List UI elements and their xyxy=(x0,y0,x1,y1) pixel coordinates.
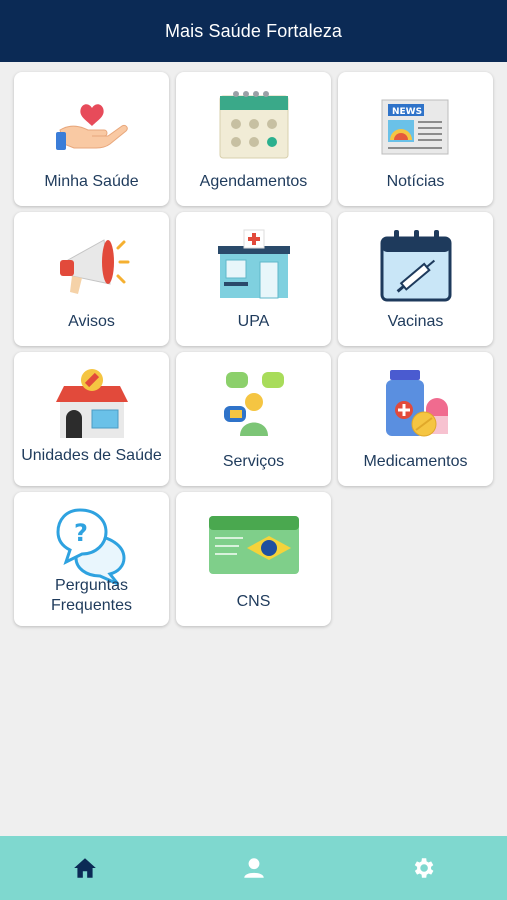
hand-heart-icon xyxy=(52,86,132,166)
bottom-navigation xyxy=(0,836,507,900)
nav-home-button[interactable] xyxy=(55,843,115,893)
menu-card-vacinas[interactable]: Vacinas xyxy=(338,212,493,346)
menu-card-unidades-de-saude[interactable]: Unidades de Saúde xyxy=(14,352,169,486)
sus-card-icon xyxy=(207,506,301,586)
medicine-icon xyxy=(376,366,456,446)
menu-card-minha-saude[interactable]: Minha Saúde xyxy=(14,72,169,206)
megaphone-icon xyxy=(52,226,132,306)
clinic-building-icon xyxy=(214,226,294,306)
page-title: Mais Saúde Fortaleza xyxy=(164,20,343,41)
menu-label: Avisos xyxy=(68,313,115,330)
home-icon xyxy=(73,858,96,878)
menu-label: UPA xyxy=(237,313,270,330)
menu-label-line-2: Frequentes xyxy=(51,597,132,614)
menu-card-servicos[interactable]: Serviços xyxy=(176,352,331,486)
menu-card-perguntas-frequentes[interactable]: ? Perguntas Frequentes xyxy=(14,492,169,626)
menu-card-agendamentos[interactable]: Agendamentos xyxy=(176,72,331,206)
newspaper-icon: NEWS xyxy=(376,86,456,166)
app-header: Mais Saúde Fortaleza xyxy=(0,0,507,62)
menu-label: CNS xyxy=(236,593,271,610)
menu-card-cns[interactable]: CNS xyxy=(176,492,331,626)
question-bubbles-icon: ? xyxy=(52,506,132,586)
menu-label-line-1: Perguntas xyxy=(55,577,128,594)
menu-card-avisos[interactable]: Avisos xyxy=(14,212,169,346)
vaccine-calendar-icon xyxy=(376,226,456,306)
menu-label: Medicamentos xyxy=(363,453,468,470)
menu-label: Serviços xyxy=(222,453,285,470)
menu-label: Vacinas xyxy=(387,313,444,330)
svg-text:?: ? xyxy=(74,519,88,547)
menu-card-medicamentos[interactable]: Medicamentos xyxy=(338,352,493,486)
menu-label: Minha Saúde xyxy=(44,173,139,190)
menu-grid: Minha Saúde Agendamentos NEWS Notícias A… xyxy=(14,72,493,626)
health-unit-icon xyxy=(52,366,132,446)
menu-label: Unidades de Saúde xyxy=(21,447,162,464)
calendar-icon xyxy=(214,86,294,166)
nav-settings-button[interactable] xyxy=(393,843,453,893)
menu-label: Perguntas Frequentes xyxy=(14,576,169,616)
menu-card-noticias[interactable]: NEWS Notícias xyxy=(338,72,493,206)
gear-icon xyxy=(414,858,433,878)
menu-label: Agendamentos xyxy=(199,173,308,190)
services-person-icon xyxy=(214,366,294,446)
menu-label: Notícias xyxy=(386,173,445,190)
user-icon xyxy=(243,858,264,878)
svg-text:NEWS: NEWS xyxy=(392,107,422,117)
menu-card-upa[interactable]: UPA xyxy=(176,212,331,346)
nav-profile-button[interactable] xyxy=(224,843,284,893)
